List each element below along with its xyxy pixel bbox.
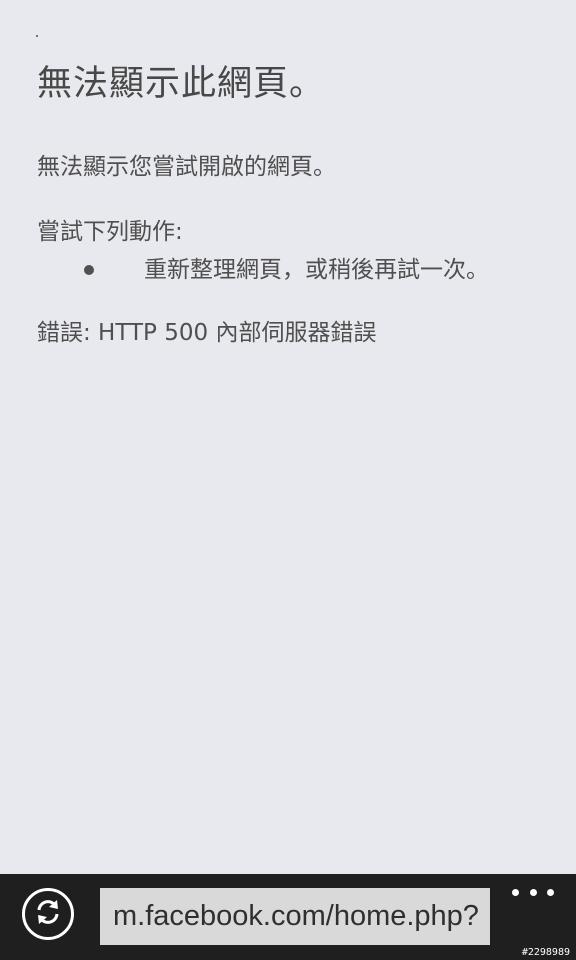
more-button[interactable]	[512, 884, 554, 900]
try-heading: 嘗試下列動作:	[37, 219, 183, 245]
bullet-icon	[84, 265, 94, 275]
address-text: m.facebook.com/home.php?	[113, 900, 479, 932]
page-title: 無法顯示此網頁。	[37, 64, 326, 104]
ellipsis-icon	[547, 888, 554, 896]
suggestion-item: 重新整理網頁，或稍後再試一次。	[84, 254, 489, 286]
error-description: 無法顯示您嘗試開啟的網頁。	[37, 154, 336, 180]
refresh-icon	[33, 897, 63, 931]
browser-app-bar: m.facebook.com/home.php? #2298989	[0, 874, 576, 960]
refresh-button[interactable]	[22, 888, 74, 940]
ellipsis-icon	[512, 888, 519, 896]
error-code: 錯誤: HTTP 500 內部伺服器錯誤	[37, 320, 377, 346]
error-page: 無法顯示此網頁。 無法顯示您嘗試開啟的網頁。 嘗試下列動作: 重新整理網頁，或稍…	[0, 0, 576, 874]
ellipsis-icon	[529, 888, 537, 896]
stray-dot	[36, 35, 38, 37]
address-bar[interactable]: m.facebook.com/home.php?	[100, 888, 490, 945]
watermark: #2298989	[521, 947, 570, 958]
suggestion-text: 重新整理網頁，或稍後再試一次。	[144, 257, 489, 283]
